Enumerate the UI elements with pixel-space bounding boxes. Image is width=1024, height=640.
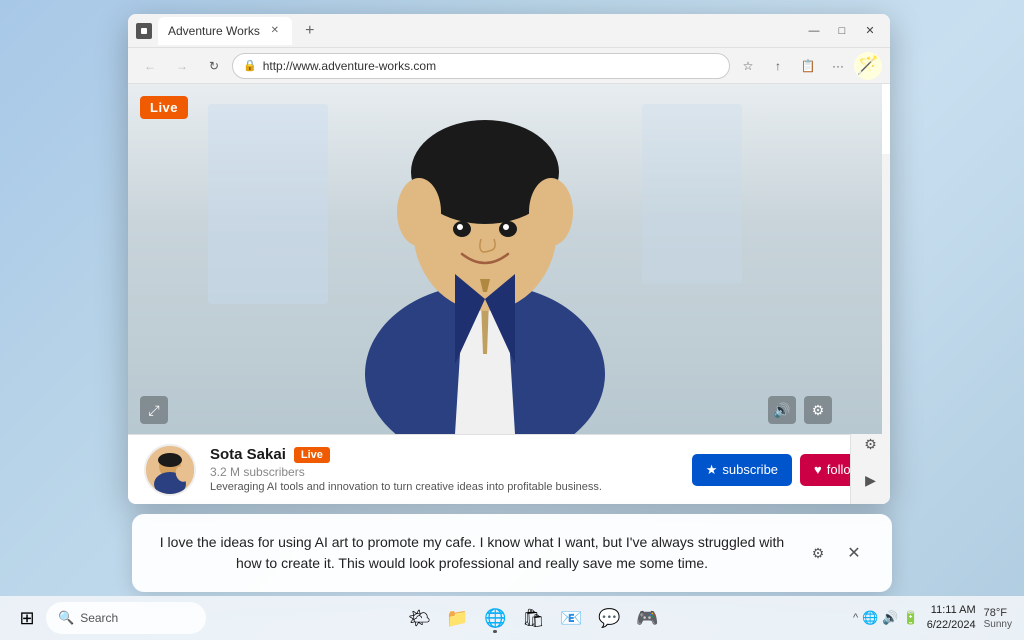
taskbar-search[interactable]: 🔍 Search: [46, 602, 206, 634]
url-text: http://www.adventure-works.com: [263, 59, 436, 73]
close-button[interactable]: ✕: [858, 19, 882, 43]
network-icon[interactable]: 🌐: [862, 610, 878, 626]
bg-window-right: [642, 104, 742, 284]
channel-actions: ★ subscribe ♥ follow: [692, 454, 874, 486]
menu-button[interactable]: ···: [824, 52, 852, 80]
video-expand-button[interactable]: ⤢: [140, 396, 168, 424]
temperature: 78°F: [984, 607, 1012, 619]
collections-icon[interactable]: 📋: [794, 52, 822, 80]
copilot-settings-button[interactable]: ⚙: [804, 539, 832, 567]
copilot-button[interactable]: 🪄: [854, 52, 882, 80]
nav-actions: ☆ ↑ 📋 ··· 🪄: [734, 52, 882, 80]
taskbar-widget-icon[interactable]: 🌤: [402, 601, 436, 635]
taskbar-apps: 🌤 📁 🌐 🛍 📧 💬 🎮: [214, 601, 853, 635]
copilot-close-icon: ✕: [847, 543, 860, 563]
live-badge: Live: [140, 96, 188, 119]
copilot-settings-icon: ⚙: [812, 545, 825, 562]
channel-subscribers: 3.2 M subscribers: [210, 465, 678, 479]
expand-icon: ⤢: [148, 402, 159, 419]
channel-live-tag: Live: [294, 447, 330, 463]
subscribe-label: subscribe: [722, 462, 778, 477]
weather-widget[interactable]: 78°F Sunny: [984, 607, 1012, 630]
channel-bar: Sota Sakai Live 3.2 M subscribers Levera…: [128, 434, 890, 504]
main-content: ✏️ 🔵 📧 🛒 🎵 + ⚙ ▶: [128, 84, 890, 504]
search-label: Search: [80, 611, 118, 625]
window-controls: — □ ✕: [802, 19, 882, 43]
back-button[interactable]: ←: [136, 52, 164, 80]
video-person: [128, 84, 842, 434]
share-icon[interactable]: ↑: [764, 52, 792, 80]
volume-button[interactable]: 🔊: [768, 396, 796, 424]
video-controls: 🔊 ⚙: [768, 396, 832, 424]
taskbar-teams[interactable]: 💬: [592, 601, 626, 635]
taskbar-file-explorer[interactable]: 📁: [440, 601, 474, 635]
volume-icon: 🔊: [773, 402, 790, 419]
favorites-icon[interactable]: ☆: [734, 52, 762, 80]
taskbar-outlook[interactable]: 📧: [554, 601, 588, 635]
windows-icon: ⊞: [19, 608, 34, 629]
channel-description: Leveraging AI tools and innovation to tu…: [210, 481, 678, 493]
taskbar-edge[interactable]: 🌐: [478, 601, 512, 635]
star-icon: ★: [706, 462, 718, 478]
active-tab[interactable]: Adventure Works ✕: [158, 17, 292, 45]
avatar-svg: [146, 446, 194, 494]
taskbar-left: ⊞ 🔍 Search: [12, 602, 206, 634]
nav-bar: ← → ↻ 🔒 http://www.adventure-works.com ☆…: [128, 48, 890, 84]
copilot-actions: ⚙ ✕: [804, 539, 868, 567]
video-settings-icon: ⚙: [812, 402, 825, 419]
copilot-close-button[interactable]: ✕: [840, 539, 868, 567]
sidebar-collapse-icon[interactable]: ▶: [855, 464, 887, 496]
date-display: 6/22/2024: [927, 618, 976, 633]
title-bar: Adventure Works ✕ + — □ ✕: [128, 14, 890, 48]
taskbar: ⊞ 🔍 Search 🌤 📁 🌐 🛍 📧 💬 🎮 ^ 🌐 🔊 🔋: [0, 596, 1024, 640]
copilot-message: I love the ideas for using AI art to pro…: [156, 532, 788, 574]
refresh-button[interactable]: ↻: [200, 52, 228, 80]
address-bar[interactable]: 🔒 http://www.adventure-works.com: [232, 53, 730, 79]
lock-icon: 🔒: [243, 59, 257, 72]
weather-condition: Sunny: [984, 619, 1012, 630]
tab-close-button[interactable]: ✕: [268, 24, 282, 38]
minimize-button[interactable]: —: [802, 19, 826, 43]
tab-title: Adventure Works: [168, 24, 260, 38]
video-player[interactable]: Live ⤢ 🔊 ⚙: [128, 84, 882, 434]
maximize-button[interactable]: □: [830, 19, 854, 43]
video-settings-button[interactable]: ⚙: [804, 396, 832, 424]
taskbar-right: ^ 🌐 🔊 🔋 11:11 AM 6/22/2024 78°F Sunny: [853, 603, 1012, 634]
bg-window-left: [208, 104, 328, 304]
taskbar-xbox[interactable]: 🎮: [630, 601, 664, 635]
channel-avatar: [144, 444, 196, 496]
search-icon: 🔍: [58, 610, 74, 626]
browser-window: Adventure Works ✕ + — □ ✕ ← → ↻ 🔒 http:/…: [128, 14, 890, 504]
clock[interactable]: 11:11 AM 6/22/2024: [927, 603, 976, 634]
copilot-panel: I love the ideas for using AI art to pro…: [132, 514, 892, 592]
volume-tray-icon[interactable]: 🔊: [882, 610, 898, 626]
channel-name: Sota Sakai: [210, 446, 286, 463]
tab-favicon: [136, 23, 152, 39]
start-button[interactable]: ⊞: [12, 603, 42, 633]
battery-icon[interactable]: 🔋: [903, 610, 919, 626]
channel-info: Sota Sakai Live 3.2 M subscribers Levera…: [210, 446, 678, 493]
subscribe-button[interactable]: ★ subscribe: [692, 454, 792, 486]
new-tab-button[interactable]: +: [298, 19, 322, 43]
chevron-icon[interactable]: ^: [853, 612, 858, 624]
channel-name-row: Sota Sakai Live: [210, 446, 678, 463]
person-svg: [325, 84, 645, 434]
desktop: Adventure Works ✕ + — □ ✕ ← → ↻ 🔒 http:/…: [0, 0, 1024, 640]
taskbar-store[interactable]: 🛍: [516, 601, 550, 635]
time-display: 11:11 AM: [927, 603, 976, 618]
heart-icon: ♥: [814, 462, 822, 477]
system-tray-icons: ^ 🌐 🔊 🔋: [853, 610, 919, 626]
forward-button[interactable]: →: [168, 52, 196, 80]
